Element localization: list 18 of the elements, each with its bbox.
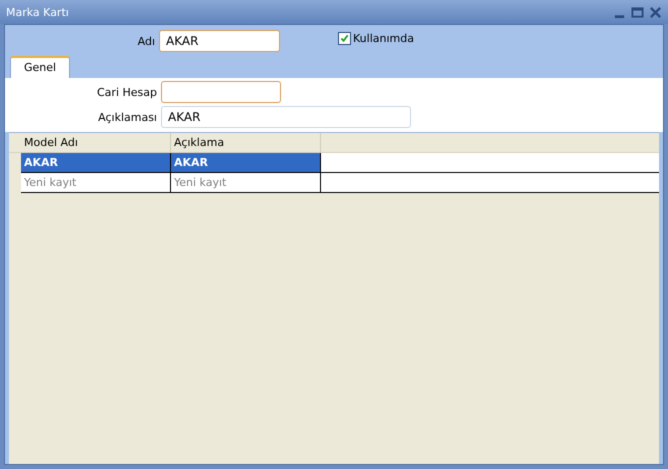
table-cell: AKAR — [171, 153, 321, 173]
check-icon — [340, 34, 349, 42]
input-field[interactable]: AKAR — [161, 106, 411, 128]
table-cell: Yeni kayıt — [21, 173, 171, 193]
close-icon[interactable] — [649, 6, 662, 18]
name-label: Adı — [136, 34, 155, 48]
input-field[interactable] — [161, 81, 281, 103]
window-title: Marka Kartı — [6, 6, 69, 18]
field-label: Cari Hesap — [96, 86, 157, 98]
table-cell: Yeni kayıt — [171, 173, 321, 193]
column-header[interactable]: Model Adı — [21, 133, 171, 152]
field-label: Açıklaması — [97, 110, 157, 124]
maximize-icon[interactable] — [631, 6, 644, 18]
table-cell: AKAR — [21, 153, 171, 173]
column-header[interactable]: Açıklama — [171, 133, 321, 152]
tab[interactable]: Genel — [10, 56, 70, 78]
name-field[interactable]: AKAR — [159, 30, 280, 52]
in-use-checkbox[interactable]: Kullanımda — [338, 32, 414, 44]
